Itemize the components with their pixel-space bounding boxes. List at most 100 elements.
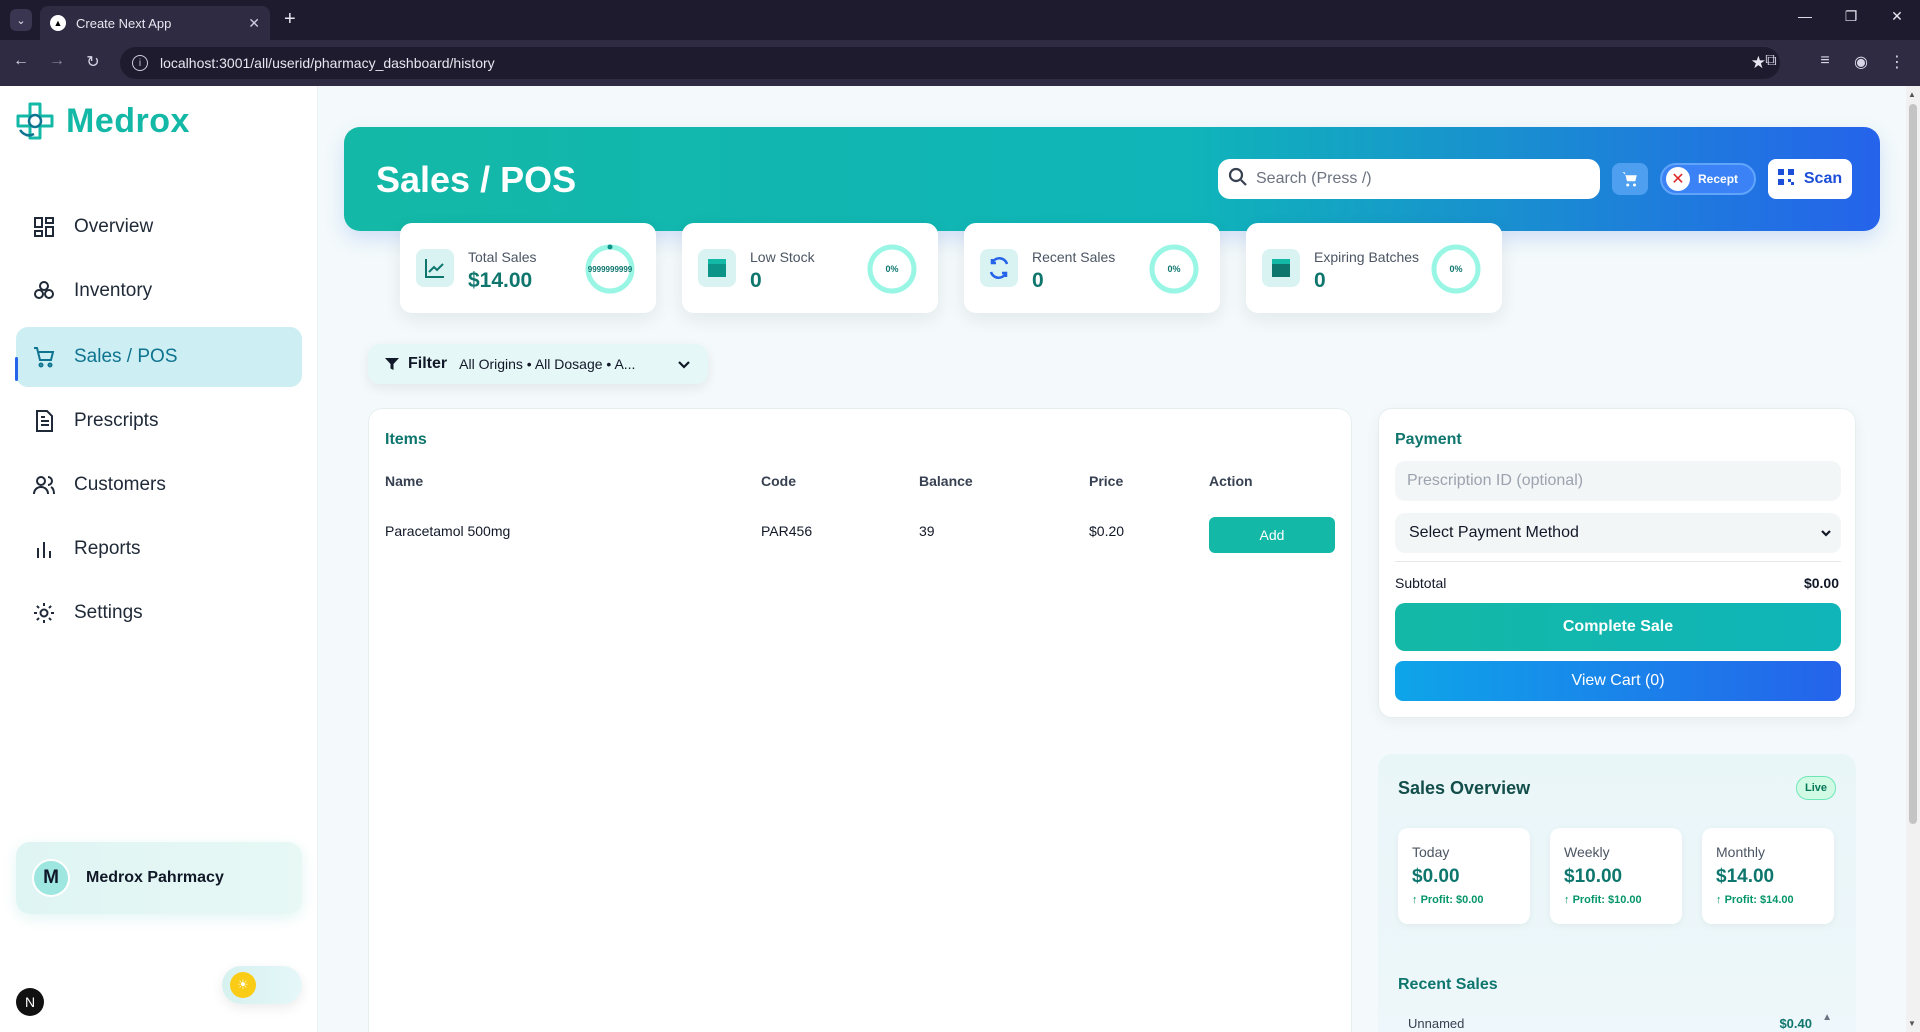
search-icon <box>1228 167 1248 192</box>
overview-label: Monthly <box>1716 844 1766 860</box>
cart-icon <box>32 345 56 369</box>
add-item-button[interactable]: Add <box>1209 517 1335 553</box>
grid-icon <box>32 215 56 239</box>
receipt-label: Recept <box>1698 172 1739 186</box>
site-info-icon[interactable]: i <box>132 55 148 71</box>
progress-ring: 0% <box>1430 243 1482 295</box>
sidebar-item-inventory[interactable]: Inventory <box>16 261 302 321</box>
overview-card-today: Today $0.00 ↑ Profit: $0.00 <box>1398 828 1530 924</box>
filter-dropdown[interactable]: Filter All Origins • All Dosage • A... <box>368 344 708 384</box>
theme-toggle[interactable]: ☀ <box>222 966 302 1004</box>
tab-search-button[interactable]: ⌄ <box>10 9 32 31</box>
cart-button[interactable] <box>1612 163 1648 195</box>
view-cart-button[interactable]: View Cart (0) <box>1395 661 1841 701</box>
next-dev-indicator-icon[interactable]: N <box>16 988 44 1016</box>
gear-icon <box>32 601 56 625</box>
page-header: Sales / POS Search (Press /) ✕ Recept Sc… <box>344 127 1880 231</box>
extensions-icon[interactable]: ⧉ <box>1760 52 1782 70</box>
search-placeholder: Search (Press /) <box>1256 170 1372 187</box>
subtotal-value: $0.00 <box>1803 575 1839 591</box>
media-icon[interactable]: ≡ <box>1814 52 1836 70</box>
window-close-icon[interactable]: ✕ <box>1882 8 1912 25</box>
sidebar: Medrox Overview Inventory Sales / POS Pr… <box>0 86 318 1032</box>
scroll-up-icon[interactable]: ▲ <box>1822 1012 1832 1023</box>
overview-profit-text: Profit: $14.00 <box>1724 894 1794 906</box>
scroll-thumb[interactable] <box>1909 104 1917 824</box>
overview-profit: ↑ Profit: $14.00 <box>1716 894 1794 906</box>
prescription-id-input[interactable]: Prescription ID (optional) <box>1395 461 1841 501</box>
sidebar-item-reports[interactable]: Reports <box>16 519 302 579</box>
stat-label: Expiring Batches <box>1314 249 1420 265</box>
sidebar-item-label: Settings <box>74 602 143 623</box>
scroll-up-arrow-icon[interactable]: ▲ <box>1908 90 1916 99</box>
stat-value: 0 <box>1032 269 1044 292</box>
stat-card-low-stock: Low Stock 0 0% <box>682 223 938 313</box>
column-header-balance: Balance <box>919 473 973 489</box>
overview-title: Sales Overview <box>1398 778 1531 798</box>
page-scrollbar[interactable]: ▲ ▼ <box>1906 86 1920 1032</box>
brand-logo[interactable]: Medrox <box>14 100 190 142</box>
sidebar-item-prescripts[interactable]: Prescripts <box>16 391 302 451</box>
medical-cross-logo-icon <box>16 102 54 140</box>
ring-text: 0% <box>1167 264 1181 274</box>
progress-ring: 0% <box>866 243 918 295</box>
prescription-placeholder: Prescription ID (optional) <box>1407 472 1584 489</box>
search-input[interactable]: Search (Press /) <box>1218 159 1600 199</box>
box-icon <box>698 249 736 287</box>
chevron-down-icon <box>1821 530 1831 537</box>
item-balance: 39 <box>919 523 935 539</box>
recent-sale-amount: $0.40 <box>1779 1016 1812 1031</box>
sidebar-item-overview[interactable]: Overview <box>16 197 302 257</box>
browser-tab-bar: ⌄ ▲ Create Next App ✕ + — ❐ ✕ <box>0 0 1920 40</box>
document-icon <box>32 409 56 433</box>
avatar: M <box>32 859 70 897</box>
payment-method-select[interactable]: Select Payment Method <box>1395 513 1841 553</box>
sidebar-item-settings[interactable]: Settings <box>16 583 302 643</box>
overview-card-monthly: Monthly $14.00 ↑ Profit: $14.00 <box>1702 828 1834 924</box>
boxes-icon <box>32 279 56 303</box>
profile-icon[interactable]: ◉ <box>1850 52 1872 72</box>
new-tab-icon[interactable]: + <box>284 8 296 31</box>
page-title: Sales / POS <box>376 159 577 200</box>
overview-label: Today <box>1412 844 1450 860</box>
subtotal-label: Subtotal <box>1395 575 1447 591</box>
scan-button[interactable]: Scan <box>1768 159 1852 199</box>
item-price: $0.20 <box>1089 523 1125 539</box>
back-icon[interactable]: ← <box>10 52 32 70</box>
sidebar-item-sales-pos[interactable]: Sales / POS <box>15 327 302 387</box>
live-badge: Live <box>1795 776 1836 800</box>
stat-card-recent-sales: Recent Sales 0 0% <box>964 223 1220 313</box>
sidebar-item-customers[interactable]: Customers <box>16 455 302 515</box>
tab-close-icon[interactable]: ✕ <box>248 15 260 32</box>
payment-method-value: Select Payment Method <box>1409 524 1579 541</box>
stat-value: 0 <box>750 269 762 292</box>
refresh-icon <box>980 249 1018 287</box>
overview-card-weekly: Weekly $10.00 ↑ Profit: $10.00 <box>1550 828 1682 924</box>
sidebar-item-label: Overview <box>74 216 154 237</box>
overview-value: $0.00 <box>1412 866 1460 887</box>
overview-value: $14.00 <box>1716 866 1775 887</box>
browser-tab[interactable]: ▲ Create Next App ✕ <box>40 6 270 40</box>
reload-icon[interactable]: ↻ <box>82 52 104 72</box>
sun-icon: ☀ <box>230 972 256 998</box>
column-header-name: Name <box>385 473 424 489</box>
receipt-toggle-button[interactable]: ✕ Recept <box>1660 163 1756 195</box>
items-panel: Items Name Code Balance Price Action Par… <box>368 408 1352 1032</box>
stat-label: Low Stock <box>750 249 815 265</box>
complete-sale-button[interactable]: Complete Sale <box>1395 603 1841 651</box>
chevron-down-icon <box>678 361 690 369</box>
menu-icon[interactable]: ⋮ <box>1886 52 1908 72</box>
user-profile-card[interactable]: M Medrox Pahrmacy <box>16 842 302 914</box>
overview-value: $10.00 <box>1564 866 1623 887</box>
minimize-icon[interactable]: — <box>1790 8 1820 24</box>
scroll-down-arrow-icon[interactable]: ▼ <box>1908 1019 1916 1028</box>
url-field[interactable]: i localhost:3001/all/userid/pharmacy_das… <box>120 47 1780 79</box>
cart-icon <box>1622 172 1637 187</box>
sidebar-item-label: Reports <box>74 538 141 559</box>
column-header-price: Price <box>1089 473 1124 489</box>
forward-icon[interactable]: → <box>46 52 68 70</box>
qr-code-icon <box>1777 168 1794 190</box>
sidebar-item-label: Sales / POS <box>74 346 178 367</box>
restore-icon[interactable]: ❐ <box>1836 8 1866 25</box>
stat-label: Total Sales <box>468 249 537 265</box>
